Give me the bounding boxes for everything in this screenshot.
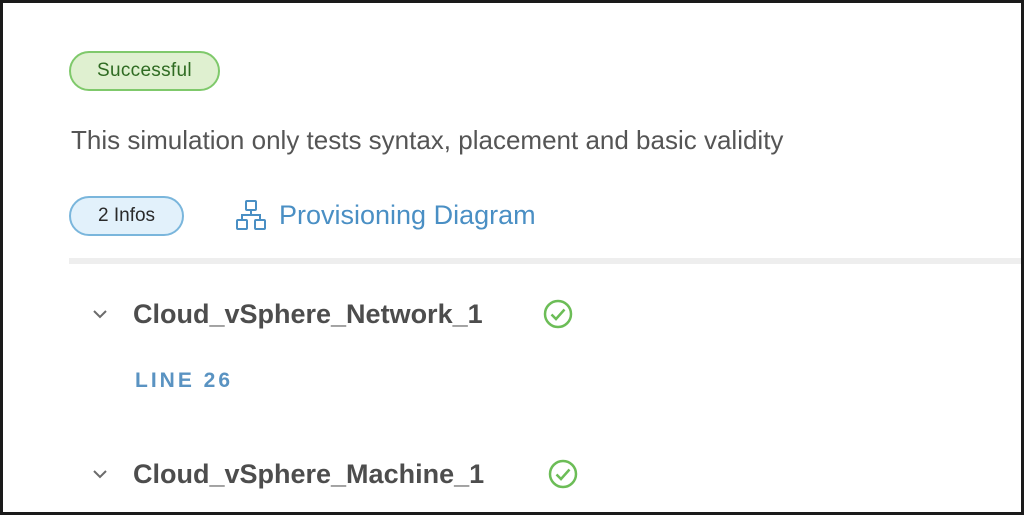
- provisioning-diagram-link[interactable]: Provisioning Diagram: [235, 195, 536, 235]
- diagram-icon: [235, 199, 267, 231]
- infos-badge[interactable]: 2 Infos: [69, 196, 185, 236]
- simulation-results-panel: Successful This simulation only tests sy…: [0, 0, 1024, 515]
- simulation-description: This simulation only tests syntax, place…: [71, 125, 784, 155]
- section-divider: [69, 258, 1021, 264]
- provisioning-diagram-label: Provisioning Diagram: [279, 199, 536, 230]
- resource-row: Cloud_vSphere_Network_1: [89, 294, 575, 334]
- line-link[interactable]: LINE 26: [135, 369, 233, 393]
- check-circle-icon: [541, 297, 575, 331]
- status-label: Successful: [97, 60, 192, 81]
- check-circle-icon: [546, 457, 580, 491]
- infos-label: 2 Infos: [98, 205, 156, 226]
- resource-name: Cloud_vSphere_Network_1: [133, 298, 483, 329]
- status-badge: Successful: [69, 51, 220, 91]
- chevron-down-icon[interactable]: [89, 303, 111, 325]
- resource-row: Cloud_vSphere_Machine_1: [89, 454, 580, 494]
- resource-name: Cloud_vSphere_Machine_1: [133, 458, 485, 489]
- chevron-down-icon[interactable]: [89, 463, 111, 485]
